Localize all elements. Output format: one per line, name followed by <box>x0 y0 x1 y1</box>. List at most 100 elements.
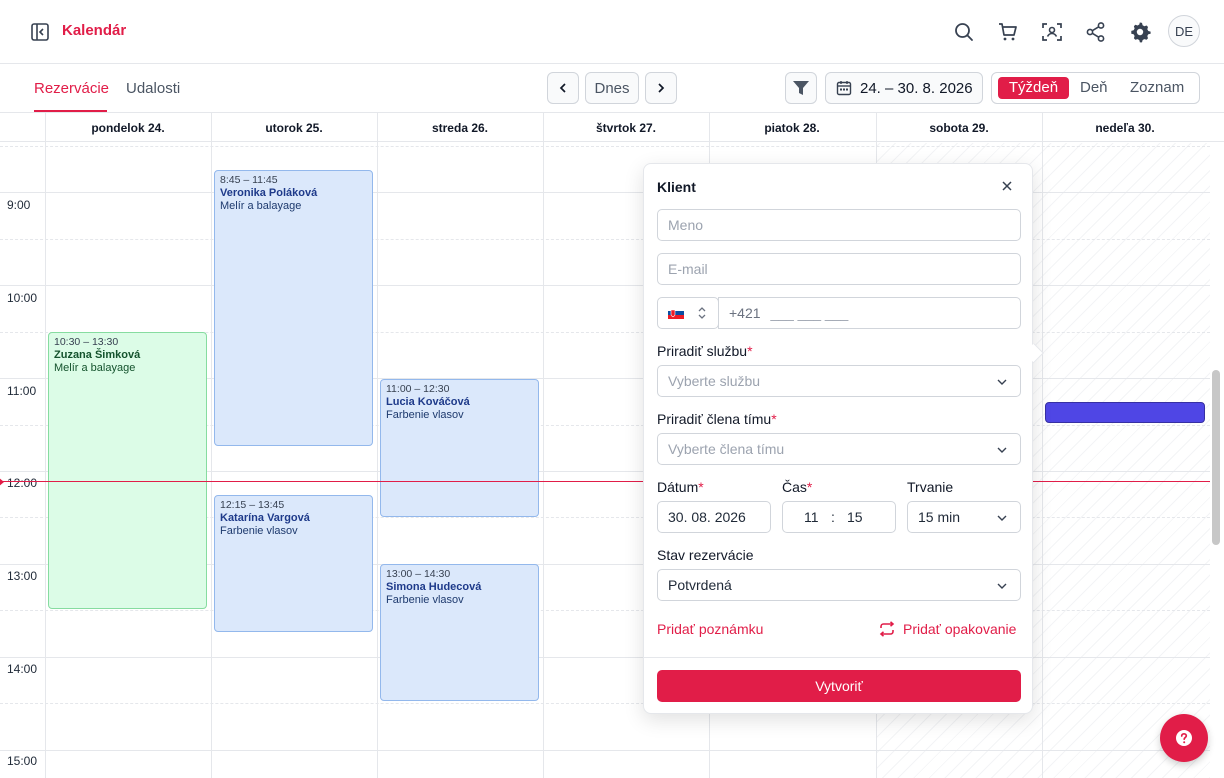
duration-select[interactable]: 15 min <box>907 501 1021 533</box>
time-field[interactable]: 11 : 15 <box>782 501 896 533</box>
time-separator: : <box>831 509 835 525</box>
create-button[interactable]: Vytvoriť <box>657 670 1021 702</box>
cart-icon[interactable] <box>997 21 1019 43</box>
hour-label: 12:00 <box>7 476 38 490</box>
hour-label: 11:00 <box>7 384 37 398</box>
service-placeholder: Vyberte službu <box>668 373 761 389</box>
time-minute[interactable]: 15 <box>847 502 863 532</box>
filter-button[interactable] <box>785 72 817 104</box>
time-hour[interactable]: 11 <box>804 502 819 532</box>
today-button[interactable]: Dnes <box>585 72 639 104</box>
current-time-marker <box>0 477 4 487</box>
chevron-right-icon <box>658 83 665 93</box>
duration-value: 15 min <box>918 509 961 525</box>
service-select[interactable]: Vyberte službu <box>657 365 1021 397</box>
vertical-scrollbar[interactable] <box>1212 370 1220 545</box>
member-label: Priradiť člena tímu* <box>657 411 777 427</box>
scan-icon[interactable] <box>1041 21 1063 43</box>
help-button[interactable] <box>1160 714 1208 762</box>
event-service: Farbenie vlasov <box>386 409 464 421</box>
event-service: Melír a balayage <box>54 362 136 374</box>
hour-label: 15:00 <box>7 754 38 768</box>
service-label: Priradiť službu* <box>657 343 753 359</box>
status-label: Stav rezervácie <box>657 547 754 563</box>
country-select[interactable] <box>657 297 719 329</box>
add-repeat-link[interactable]: Pridať opakovanie <box>878 621 1016 637</box>
view-day[interactable]: Deň <box>1080 79 1108 96</box>
app-title: Kalendár <box>62 22 127 39</box>
email-field[interactable]: E-mail <box>657 253 1021 285</box>
booking-event[interactable]: 13:00 – 14:30 Simona Hudecová Farbenie v… <box>380 564 539 701</box>
day-header: nedeľa 30. <box>1095 121 1155 135</box>
avatar[interactable]: DE <box>1168 15 1200 47</box>
calendar-icon <box>836 81 852 96</box>
gear-icon[interactable] <box>1129 21 1151 43</box>
chevron-down-icon <box>997 447 1007 453</box>
hour-label: 14:00 <box>7 662 38 676</box>
chevron-down-icon <box>997 515 1007 521</box>
date-label: Dátum* <box>657 479 704 495</box>
view-switcher: Týždeň Deň Zoznam <box>991 72 1200 104</box>
event-client: Simona Hudecová <box>386 581 482 593</box>
status-value: Potvrdená <box>668 577 732 593</box>
popup-divider <box>644 657 1032 658</box>
close-icon[interactable] <box>1000 179 1014 193</box>
hour-label: 13:00 <box>7 569 38 583</box>
add-note-link[interactable]: Pridať poznámku <box>657 621 763 637</box>
duration-label: Trvanie <box>907 479 954 495</box>
event-service: Farbenie vlasov <box>386 594 464 606</box>
day-header: pondelok 24. <box>91 121 165 135</box>
day-header: streda 26. <box>431 121 489 135</box>
filter-icon <box>793 81 809 95</box>
hour-label: 9:00 <box>7 198 31 212</box>
date-field[interactable]: 30. 08. 2026 <box>657 501 771 533</box>
tab-udalosti[interactable]: Udalosti <box>126 80 180 97</box>
day-header: sobota 29. <box>929 121 989 135</box>
prev-week-button[interactable] <box>547 72 579 104</box>
member-placeholder: Vyberte člena tímu <box>668 441 785 457</box>
time-label: Čas* <box>782 479 813 495</box>
event-service: Melír a balayage <box>220 200 302 212</box>
share-icon[interactable] <box>1085 21 1107 43</box>
event-client: Lucia Kováčová <box>386 396 470 408</box>
event-service: Farbenie vlasov <box>220 525 298 537</box>
tab-rezervacie[interactable]: Rezervácie <box>34 80 109 97</box>
chevron-left-icon <box>559 83 566 93</box>
chevron-down-icon <box>997 583 1007 589</box>
event-time: 12:15 – 13:45 <box>220 499 285 511</box>
name-field[interactable]: Meno <box>657 209 1021 241</box>
event-time: 13:00 – 14:30 <box>386 568 451 580</box>
booking-event[interactable]: 12:15 – 13:45 Katarína Vargová Farbenie … <box>214 495 373 632</box>
next-week-button[interactable] <box>645 72 677 104</box>
event-client: Veronika Poláková <box>220 187 318 199</box>
chevron-down-icon <box>997 379 1007 385</box>
phone-prefix: +421 <box>729 305 761 321</box>
repeat-icon <box>879 621 895 637</box>
event-client: Katarína Vargová <box>220 512 310 524</box>
booking-event[interactable]: 10:30 – 13:30 Zuzana Šimková Melír a bal… <box>48 332 207 609</box>
view-week[interactable]: Týždeň <box>998 77 1069 99</box>
search-icon[interactable] <box>953 21 975 43</box>
booking-event[interactable]: 11:00 – 12:30 Lucia Kováčová Farbenie vl… <box>380 379 539 517</box>
day-header: utorok 25. <box>265 121 323 135</box>
team-member-select[interactable]: Vyberte člena tímu <box>657 433 1021 465</box>
event-client: Zuzana Šimková <box>54 349 141 361</box>
date-range-label: 24. – 30. 8. 2026 <box>860 79 973 97</box>
top-bar: Kalendár DE <box>0 0 1224 64</box>
view-list[interactable]: Zoznam <box>1130 79 1184 96</box>
phone-field[interactable]: +421 ___ ___ ___ <box>718 297 1021 329</box>
event-time: 8:45 – 11:45 <box>220 174 278 186</box>
date-range-picker[interactable]: 24. – 30. 8. 2026 <box>825 72 983 104</box>
popup-title: Klient <box>657 179 696 195</box>
status-select[interactable]: Potvrdená <box>657 569 1021 601</box>
question-icon <box>1176 730 1192 746</box>
phone-mask: ___ ___ ___ <box>770 305 849 321</box>
event-time: 10:30 – 13:30 <box>54 336 119 348</box>
chevron-updown-icon <box>698 307 706 319</box>
new-booking-slot[interactable] <box>1045 402 1205 423</box>
day-header: piatok 28. <box>764 121 820 135</box>
booking-event[interactable]: 8:45 – 11:45 Veronika Poláková Melír a b… <box>214 170 373 446</box>
event-time: 11:00 – 12:30 <box>386 383 450 395</box>
add-repeat-label: Pridať opakovanie <box>903 621 1017 637</box>
collapse-sidebar-icon[interactable] <box>30 22 50 42</box>
